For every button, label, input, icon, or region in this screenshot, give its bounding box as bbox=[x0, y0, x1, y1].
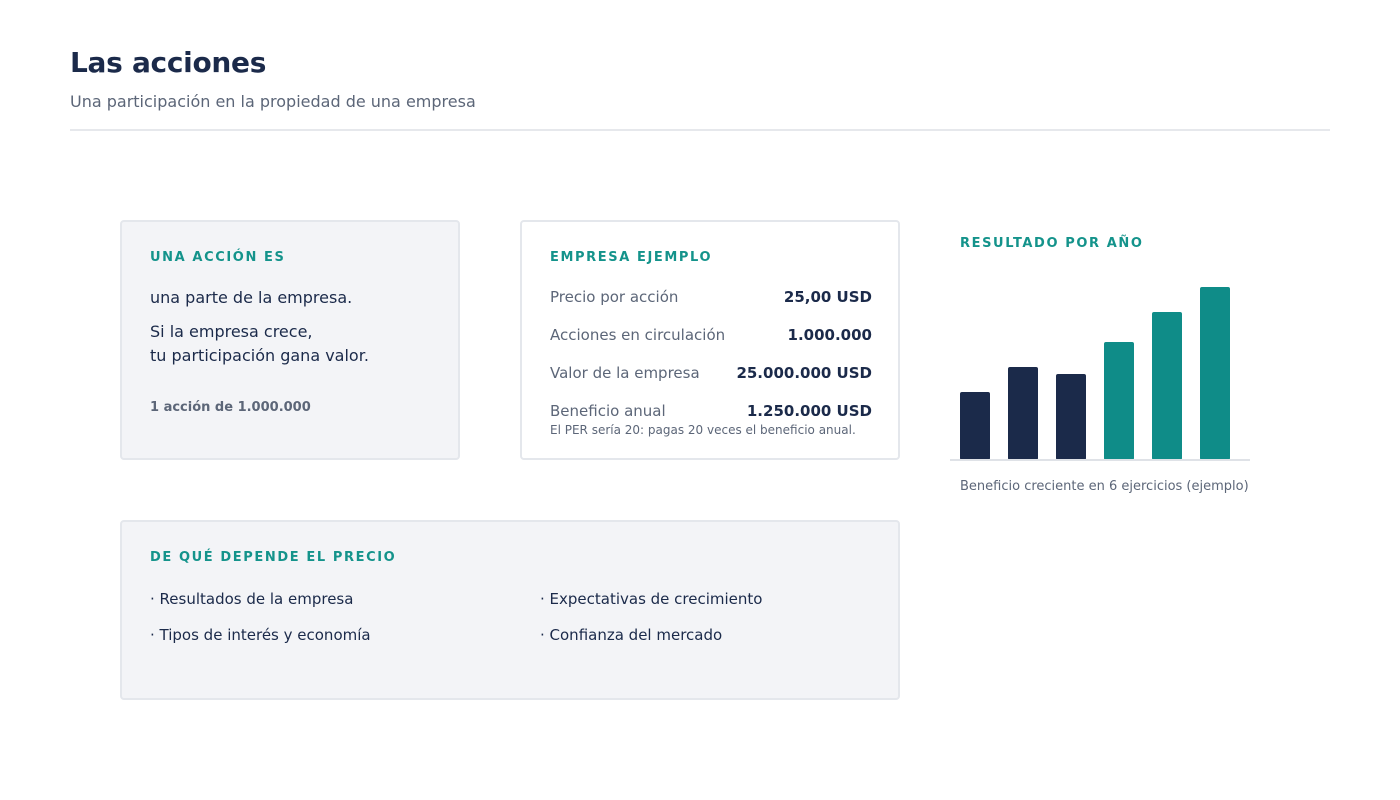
company-row-value: 1.000.000 bbox=[787, 326, 872, 344]
company-row-label: Beneficio anual bbox=[550, 402, 666, 420]
share-definition-card: UNA ACCIÓN ES una parte de la empresa. S… bbox=[120, 220, 460, 460]
chart-bar-3 bbox=[1056, 374, 1086, 460]
chart-bar-6 bbox=[1200, 287, 1230, 460]
header-divider bbox=[70, 129, 1330, 131]
price-factors-card: DE QUÉ DEPENDE EL PRECIO · Resultados de… bbox=[120, 520, 900, 700]
price-factor-item: · Expectativas de crecimiento bbox=[540, 590, 763, 608]
example-company-card: EMPRESA EJEMPLO Precio por acción 25,00 … bbox=[520, 220, 900, 460]
company-row-label: Valor de la empresa bbox=[550, 364, 700, 382]
company-row-shares: Acciones en circulación 1.000.000 bbox=[550, 326, 872, 348]
company-row-label: Precio por acción bbox=[550, 288, 679, 306]
share-card-lead: una parte de la empresa. bbox=[150, 288, 353, 307]
chart-caption: Beneficio creciente en 6 ejercicios (eje… bbox=[960, 479, 1249, 494]
page-title: Las acciones bbox=[70, 46, 267, 79]
share-card-label: UNA ACCIÓN ES bbox=[150, 250, 286, 265]
earnings-bar-chart bbox=[950, 287, 1250, 461]
earnings-chart: RESULTADO POR AÑO Beneficio creciente en… bbox=[950, 230, 1260, 510]
chart-bar-4 bbox=[1104, 342, 1134, 460]
company-row-value-total: Valor de la empresa 25.000.000 USD bbox=[550, 364, 872, 386]
company-card-label: EMPRESA EJEMPLO bbox=[550, 250, 713, 265]
share-card-note: 1 acción de 1.000.000 bbox=[150, 400, 311, 415]
price-factor-item: · Confianza del mercado bbox=[540, 626, 723, 644]
company-row-value: 25.000.000 USD bbox=[736, 364, 872, 382]
chart-bar-1 bbox=[960, 392, 990, 460]
company-row-value: 25,00 USD bbox=[783, 288, 872, 306]
price-factor-item: · Tipos de interés y economía bbox=[150, 626, 371, 644]
price-card-label: DE QUÉ DEPENDE EL PRECIO bbox=[150, 550, 397, 565]
chart-label: RESULTADO POR AÑO bbox=[960, 236, 1144, 251]
company-row-value: 1.250.000 USD bbox=[746, 402, 872, 420]
chart-bar-2 bbox=[1008, 367, 1038, 460]
share-card-body-line-1: Si la empresa crece, bbox=[150, 322, 313, 341]
company-row-label: Acciones en circulación bbox=[550, 326, 726, 344]
company-per-footnote: El PER sería 20: pagas 20 veces el benef… bbox=[550, 423, 856, 437]
page-subtitle: Una participación en la propiedad de una… bbox=[70, 92, 476, 111]
company-row-price: Precio por acción 25,00 USD bbox=[550, 288, 872, 310]
share-card-body-line-2: tu participación gana valor. bbox=[150, 346, 369, 365]
chart-bar-5 bbox=[1152, 312, 1182, 460]
price-factor-item: · Resultados de la empresa bbox=[150, 590, 354, 608]
company-row-earnings: Beneficio anual 1.250.000 USD bbox=[550, 402, 872, 424]
